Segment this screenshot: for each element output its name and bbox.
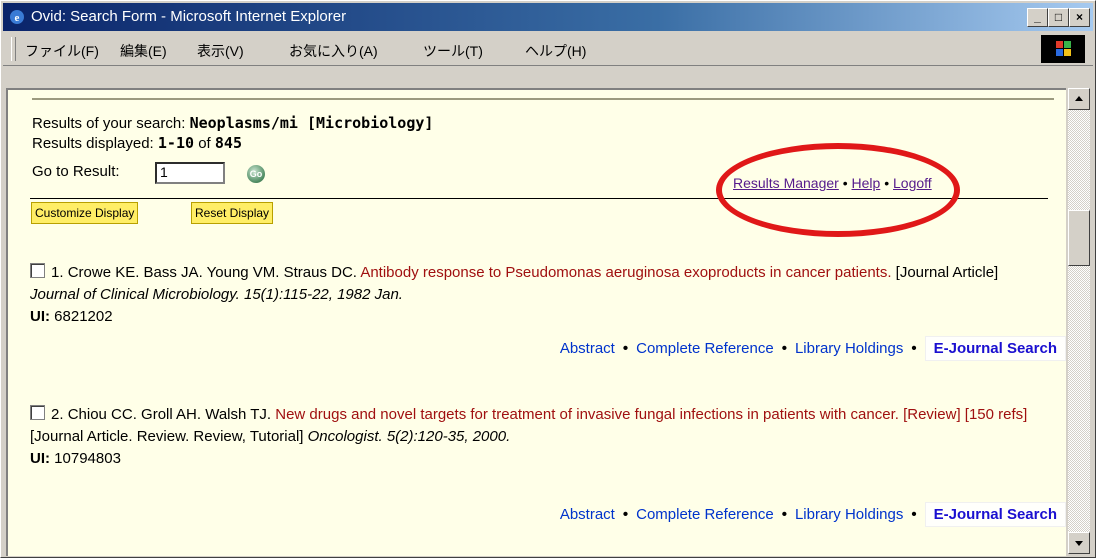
- scroll-up-button[interactable]: [1068, 88, 1090, 110]
- search-query: Neoplasms/mi [Microbiology]: [189, 114, 434, 132]
- ejournal-search-button[interactable]: E-Journal Search: [924, 502, 1066, 527]
- menu-favorites[interactable]: お気に入り(A): [289, 41, 378, 61]
- search-summary: Results of your search: Neoplasms/mi [Mi…: [32, 114, 433, 132]
- library-holdings-link[interactable]: Library Holdings: [795, 506, 903, 523]
- result-links: Abstract • Complete Reference • Library Hold…: [560, 502, 1066, 527]
- ejournal-search-button[interactable]: E-Journal Search: [924, 336, 1066, 361]
- windows-logo-icon: [1041, 35, 1085, 63]
- abstract-link[interactable]: Abstract: [560, 340, 615, 357]
- internet-explorer-icon: e: [10, 10, 24, 24]
- select-checkbox[interactable]: [30, 405, 45, 420]
- reset-display-button[interactable]: Reset Display: [191, 202, 274, 224]
- of-label: of: [194, 135, 215, 152]
- result-source: Journal of Clinical Microbiology. 15(1):…: [30, 286, 403, 303]
- bullet: •: [781, 340, 787, 357]
- goto-result-input[interactable]: 1: [155, 162, 225, 184]
- menu-edit[interactable]: 編集(E): [120, 41, 167, 61]
- result-title[interactable]: Antibody response to Pseudomonas aerugin…: [360, 264, 891, 281]
- arrow-down-icon: [1075, 541, 1083, 546]
- select-checkbox[interactable]: [30, 263, 45, 278]
- menu-help[interactable]: ヘルプ(H): [525, 41, 586, 61]
- result-item: 1. Crowe KE. Bass JA. Young VM. Straus D…: [30, 262, 1046, 328]
- result-number: 1.: [51, 264, 64, 281]
- complete-reference-link[interactable]: Complete Reference: [636, 340, 774, 357]
- ui-number: 10794803: [54, 450, 121, 467]
- divider: [32, 98, 1054, 100]
- scrollbar-thumb[interactable]: [1068, 210, 1090, 266]
- library-holdings-link[interactable]: Library Holdings: [795, 340, 903, 357]
- bullet: •: [622, 340, 629, 357]
- bullet: •: [781, 506, 787, 523]
- window-title: Ovid: Search Form - Microsoft Internet E…: [31, 8, 347, 25]
- bullet: •: [622, 506, 629, 523]
- complete-reference-link[interactable]: Complete Reference: [636, 506, 774, 523]
- menu-file[interactable]: ファイル(F): [25, 41, 99, 61]
- go-button[interactable]: Go: [247, 165, 265, 183]
- result-source: Oncologist. 5(2):120-35, 2000.: [307, 428, 511, 445]
- results-total: 845: [214, 134, 242, 152]
- title-bar: e Ovid: Search Form - Microsoft Internet…: [3, 3, 1093, 31]
- minimize-button[interactable]: _: [1027, 8, 1048, 27]
- svg-text:e: e: [15, 12, 20, 24]
- abstract-link[interactable]: Abstract: [560, 506, 615, 523]
- arrow-up-icon: [1075, 96, 1083, 101]
- menu-tools[interactable]: ツール(T): [423, 41, 483, 61]
- results-range: 1-10: [157, 134, 195, 152]
- result-type: [Journal Article. Review. Review, Tutori…: [30, 428, 304, 445]
- result-links: Abstract • Complete Reference • Library Hold…: [560, 336, 1066, 361]
- result-title[interactable]: New drugs and novel targets for treatmen…: [275, 406, 1027, 423]
- result-item: 2. Chiou CC. Groll AH. Walsh TJ. New dru…: [30, 404, 1046, 470]
- maximize-button[interactable]: □: [1048, 8, 1069, 27]
- scroll-down-button[interactable]: [1068, 532, 1090, 554]
- menu-bar: ファイル(F) 編集(E) 表示(V) お気に入り(A) ツール(T) ヘルプ(…: [3, 33, 1093, 66]
- bullet: •: [911, 506, 917, 523]
- vertical-scrollbar[interactable]: [1068, 88, 1090, 554]
- displayed-label: Results displayed:: [32, 135, 158, 152]
- result-authors: Chiou CC. Groll AH. Walsh TJ.: [67, 406, 272, 423]
- ui-label: UI:: [30, 450, 50, 467]
- goto-label: Go to Result:: [32, 163, 120, 180]
- customize-display-button[interactable]: Customize Display: [31, 202, 139, 224]
- result-number: 2.: [51, 406, 64, 423]
- annotation-circle: [716, 143, 960, 237]
- results-label: Results of your search:: [32, 115, 190, 132]
- menu-view[interactable]: 表示(V): [197, 41, 244, 61]
- toolbar-grip: [11, 37, 16, 61]
- ui-label: UI:: [30, 308, 50, 325]
- results-displayed: Results displayed: 1-10 of 845: [32, 134, 242, 152]
- result-authors: Crowe KE. Bass JA. Young VM. Straus DC.: [67, 264, 357, 281]
- ui-number: 6821202: [54, 308, 113, 325]
- result-type: [Journal Article]: [895, 264, 999, 281]
- bullet: •: [911, 340, 917, 357]
- close-button[interactable]: ×: [1069, 8, 1090, 27]
